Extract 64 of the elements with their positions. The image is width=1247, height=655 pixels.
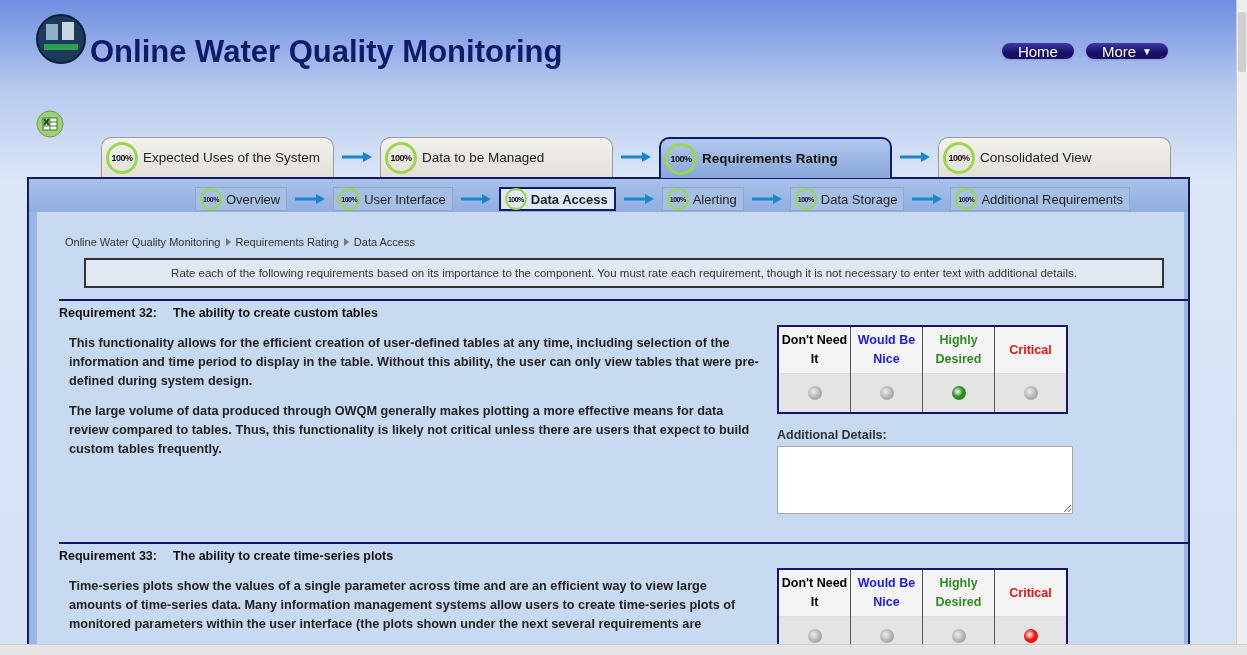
tab-label[interactable]: Alerting xyxy=(692,191,737,207)
spreadsheet-icon[interactable] xyxy=(36,110,64,138)
arrow-icon xyxy=(751,194,782,204)
progress-badge: 100% xyxy=(106,141,138,174)
rating-radio[interactable] xyxy=(807,386,822,400)
details-field[interactable] xyxy=(777,446,1073,514)
tab-label[interactable]: Consolidated View xyxy=(980,150,1092,165)
tab-label[interactable]: Requirements Rating xyxy=(702,151,838,166)
rating-label: Critical xyxy=(995,327,1066,373)
rating-label: Highly Desired xyxy=(923,327,994,373)
arrow-icon xyxy=(621,152,651,162)
step-tab[interactable]: 100% Requirements Rating xyxy=(659,137,892,178)
instructions-text: Rate each of the following requirements based on its importance to the component. You must rate each requirement, though it is not necessary to enter text with additional details. xyxy=(84,258,1164,288)
arrow-icon xyxy=(342,152,372,162)
rating-radio[interactable] xyxy=(1023,629,1038,643)
tab-label[interactable]: Expected Uses of the System xyxy=(143,150,321,165)
tab-label[interactable]: Overview xyxy=(226,191,281,207)
requirement-number: Requirement 33: xyxy=(59,549,157,563)
horizontal-scrollbar[interactable] xyxy=(0,644,1247,655)
step-tab[interactable]: 100% Data to be Managed xyxy=(380,137,613,177)
tab-label[interactable]: User Interface xyxy=(364,191,446,207)
step-tab[interactable]: 100% Consolidated View xyxy=(938,137,1171,177)
progress-badge: 100% xyxy=(943,141,975,174)
rating-label: Critical xyxy=(995,570,1066,616)
arrow-icon xyxy=(912,194,943,204)
requirement-number: Requirement 32: xyxy=(59,306,157,320)
tab-label[interactable]: Additional Requirements xyxy=(981,191,1124,207)
description-paragraph: The large volume of data produced through OWQM generally makes plotting a more effective means for data review compared to tables. Thus, this functionality is likely not critical unless there are users that expect to build custom tables frequently. xyxy=(69,403,751,458)
rating-label: Don't Need It xyxy=(779,570,850,616)
rating-label: Don't Need It xyxy=(779,327,850,373)
vertical-scrollbar[interactable] xyxy=(1236,0,1247,645)
rating-radio[interactable] xyxy=(807,629,822,643)
logo-icon xyxy=(36,14,86,64)
arrow-icon xyxy=(460,194,491,204)
arrow-icon xyxy=(623,194,654,204)
rating-radio[interactable] xyxy=(951,629,966,643)
rating-label: Would Be Nice xyxy=(851,570,922,616)
more-menu-button[interactable]: More ▼ xyxy=(1083,41,1170,61)
arrow-icon xyxy=(900,152,930,162)
description-paragraph: Time-series plots show the values of a single parameter across time and are an efficient way to view large amounts of time-series data. Many information management systems allow users to create time-series plots of monitored parameters within the user interface (the plots shown under the next several requirements are xyxy=(69,578,737,633)
breadcrumb-separator-icon xyxy=(225,238,231,246)
site-title: Online Water Quality Monitoring xyxy=(90,34,564,70)
rating-label: Highly Desired xyxy=(923,570,994,616)
progress-badge: 100% xyxy=(665,142,697,175)
breadcrumb-separator-icon xyxy=(343,238,349,246)
home-button[interactable]: Home xyxy=(999,41,1076,61)
breadcrumb-link[interactable]: Data Access xyxy=(353,236,415,248)
rating-radio[interactable] xyxy=(1023,386,1038,400)
step-tab[interactable]: 100% Expected Uses of the System xyxy=(101,137,334,177)
breadcrumb-link[interactable]: Requirements Rating xyxy=(235,236,339,248)
arrow-icon xyxy=(295,194,326,204)
rating-label: Would Be Nice xyxy=(851,327,922,373)
tab-label[interactable]: Data to be Managed xyxy=(422,150,545,165)
requirement-title: The ability to create time-series plots xyxy=(172,549,394,563)
rating-radio[interactable] xyxy=(951,386,966,400)
tab-label[interactable]: Data Storage xyxy=(820,191,898,207)
progress-badge: 100% xyxy=(385,141,417,174)
rating-radio[interactable] xyxy=(879,629,894,643)
requirement-title: The ability to create custom tables xyxy=(172,306,378,320)
details-label: Additional Details: xyxy=(777,428,888,442)
tab-label[interactable]: Data Access xyxy=(530,191,608,207)
description-paragraph: This functionality allows for the efficient creation of user-defined tables at any time, including selection of the information and time period to display in the table. Without this ability, the user can only view tables that were pre-defined during system design. xyxy=(69,335,759,390)
rating-radio[interactable] xyxy=(879,386,894,400)
breadcrumb-link[interactable]: Online Water Quality Monitoring xyxy=(65,236,221,248)
